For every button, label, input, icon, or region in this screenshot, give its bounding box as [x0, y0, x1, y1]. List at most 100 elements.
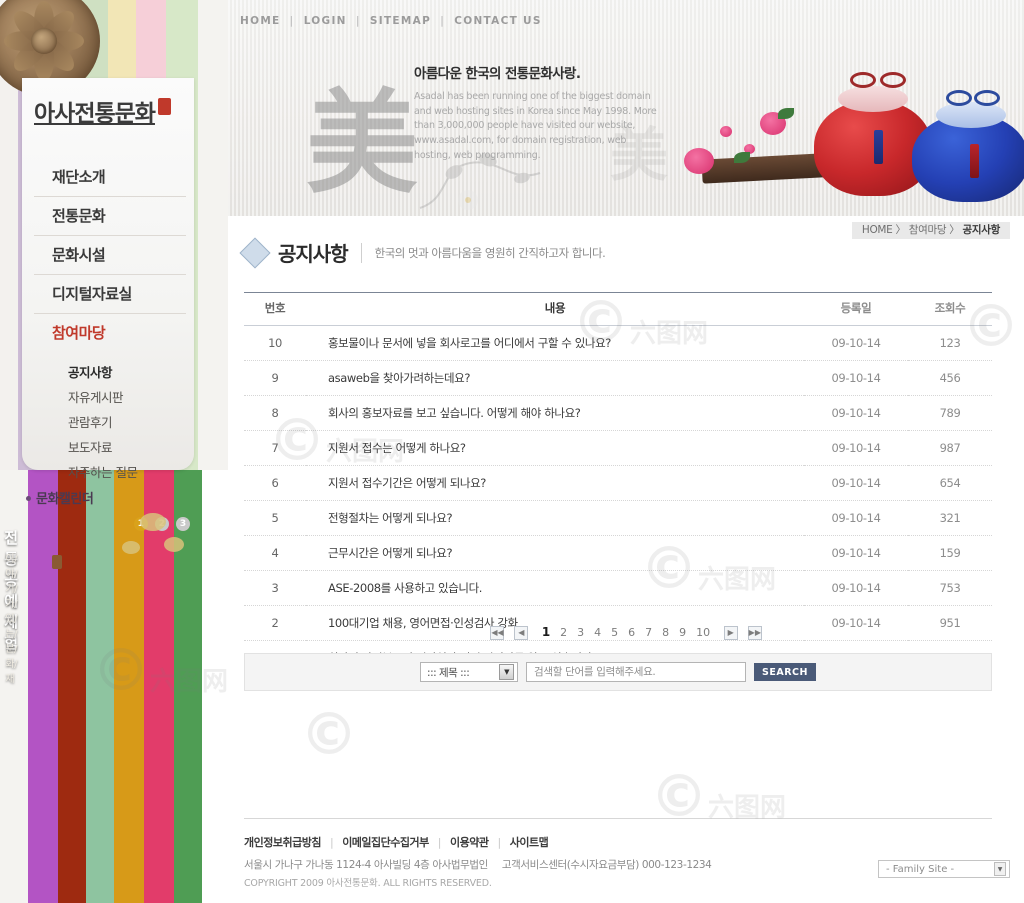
- row-date: 09-10-14: [804, 325, 908, 361]
- pagination-page-2[interactable]: 2: [560, 626, 567, 639]
- pagination-page-10[interactable]: 10: [696, 626, 710, 639]
- sidebar-item-traditional-culture[interactable]: 전통문화: [34, 197, 186, 236]
- table-row[interactable]: 8 회사의 홍보자료를 보고 싶습니다. 어떻게 해야 하나요? 09-10-1…: [244, 395, 992, 431]
- sidebar-item-foundation[interactable]: 재단소개: [34, 158, 186, 197]
- row-hits: 123: [908, 325, 992, 361]
- row-title[interactable]: 근무시간은 어떻게 되나요?: [306, 535, 804, 571]
- breadcrumb-level1[interactable]: 참여마당: [909, 224, 947, 236]
- footer-links: 개인정보취급방침 | 이메일집단수집거부 | 이용약관 | 사이트맵: [244, 834, 992, 850]
- row-title[interactable]: 지원서 접수기간은 어떻게 되나요?: [306, 465, 804, 501]
- row-no: 9: [244, 360, 306, 396]
- search-category-value: ::: 제목 :::: [427, 666, 470, 679]
- submenu-item-press[interactable]: 보도자료: [68, 434, 186, 459]
- pagination-page-7[interactable]: 7: [645, 626, 652, 639]
- row-date: 09-10-14: [804, 535, 908, 571]
- chevron-down-icon: ▼: [499, 664, 515, 680]
- page-title-block: 공지사항 한국의 멋과 아름다움을 영원히 간직하고자 합니다.: [239, 236, 606, 269]
- search-input[interactable]: 검색할 단어를 입력해주세요.: [526, 662, 747, 682]
- sidebar-item-digital-archive[interactable]: 디지털자료실: [34, 275, 186, 314]
- footer-service-center: 고객서비스센터(수시자요금부담) 000-123-1234: [501, 859, 712, 871]
- sidebar-item-culture-facility[interactable]: 문화시설: [34, 236, 186, 275]
- row-no: 6: [244, 465, 306, 501]
- norigae-tassel-blue: [874, 130, 883, 164]
- pagination-page-5[interactable]: 5: [611, 626, 618, 639]
- table-row[interactable]: 5 전형절차는 어떻게 되나요? 09-10-14 321: [244, 500, 992, 536]
- footer-link-email-reject[interactable]: 이메일집단수집거부: [342, 836, 429, 849]
- nav-separator: |: [355, 15, 361, 27]
- title-divider: [360, 242, 362, 263]
- row-title[interactable]: asaweb을 찾아가려하는데요?: [306, 360, 804, 396]
- site-logo[interactable]: 아사전통문화: [34, 94, 194, 136]
- footer-separator: |: [497, 836, 501, 849]
- footer-separator: |: [437, 836, 442, 849]
- column-header-no: 번호: [244, 292, 306, 326]
- traditional-pouch-photo: [674, 52, 1024, 202]
- row-title[interactable]: 지원서 접수는 어떻게 하나요?: [306, 430, 804, 466]
- footer-link-terms[interactable]: 이용약관: [450, 836, 489, 849]
- breadcrumb-home[interactable]: HOME: [862, 224, 893, 236]
- sidebar-item-label: 참여마당: [52, 324, 106, 342]
- row-hits: 159: [908, 535, 992, 571]
- table-row[interactable]: 3 ASE-2008를 사용하고 있습니다. 09-10-14 753: [244, 570, 992, 606]
- row-title[interactable]: 전형절차는 어떻게 되나요?: [306, 500, 804, 536]
- top-nav-contact-us[interactable]: CONTACT US: [454, 15, 542, 27]
- culture-calendar-heading: 문화캘린더: [22, 488, 212, 507]
- page-root: 아사전통문화 재단소개 전통문화 문화시설 디지털자료실 참여마당 공지사항 자…: [0, 0, 1024, 903]
- row-title[interactable]: 홍보물이나 문서에 넣을 회사로고를 어디에서 구할 수 있나요?: [306, 325, 804, 361]
- search-bar: ::: 제목 ::: ▼ 검색할 단어를 입력해주세요. SEARCH: [244, 653, 992, 691]
- submenu-item-label: 자주하는 질문: [68, 465, 138, 480]
- pagination-next-button[interactable]: ▶: [723, 626, 738, 640]
- pagination-page-4[interactable]: 4: [594, 626, 601, 639]
- row-no: 10: [244, 325, 306, 361]
- search-category-select[interactable]: ::: 제목 ::: ▼: [420, 662, 519, 682]
- submenu-item-faq[interactable]: 자주하는 질문: [68, 459, 186, 484]
- row-title[interactable]: ASE-2008를 사용하고 있습니다.: [306, 570, 804, 606]
- footer-link-privacy[interactable]: 개인정보취급방침: [244, 836, 321, 849]
- red-ribbon-bow: [880, 72, 906, 88]
- main-column: 美 HOME | LOGIN | SITEMAP | CONTACT US 아름다운 한국의…: [228, 0, 1024, 903]
- sidebar-item-label: 전통문화: [52, 207, 106, 225]
- submenu-item-free-board[interactable]: 자유게시판: [68, 384, 186, 409]
- table-row[interactable]: 10 홍보물이나 문서에 넣을 회사로고를 어디에서 구할 수 있나요? 09-…: [244, 325, 992, 361]
- breadcrumb-current: 공지사항: [962, 224, 1001, 236]
- blue-ribbon-bow: [946, 90, 972, 106]
- row-no: 4: [244, 535, 306, 571]
- camellia-bud: [720, 126, 732, 137]
- row-title[interactable]: 회사의 홍보자료를 보고 싶습니다. 어떻게 해야 하나요?: [306, 395, 804, 431]
- sidebar-item-label: 디지털자료실: [52, 285, 132, 303]
- row-date: 09-10-14: [804, 500, 908, 536]
- nav-separator: |: [289, 15, 295, 27]
- footer-separator: |: [329, 836, 334, 849]
- row-no: 3: [244, 570, 306, 606]
- pagination-page-8[interactable]: 8: [662, 626, 669, 639]
- table-row[interactable]: 9 asaweb을 찾아가려하는데요? 09-10-14 456: [244, 360, 992, 396]
- row-hits: 654: [908, 465, 992, 501]
- page-title: 공지사항: [278, 242, 349, 266]
- camellia-flower: [684, 148, 714, 174]
- pagination-page-9[interactable]: 9: [679, 626, 686, 639]
- pagination-last-button[interactable]: ▶▶: [747, 626, 762, 640]
- family-site-select[interactable]: - Family Site - ▼: [878, 860, 1010, 878]
- pagination-page-1[interactable]: 1: [542, 625, 550, 639]
- submenu-item-review[interactable]: 관람후기: [68, 409, 186, 434]
- pagination-prev-button[interactable]: ◀: [514, 626, 529, 640]
- pagination-page-3[interactable]: 3: [577, 626, 584, 639]
- top-nav-login[interactable]: LOGIN: [304, 15, 347, 27]
- top-nav-home[interactable]: HOME: [240, 15, 281, 27]
- table-header-row: 번호 내용 등록일 조회수: [244, 292, 992, 326]
- row-hits: 321: [908, 500, 992, 536]
- pagination-first-button[interactable]: ◀◀: [490, 626, 505, 640]
- table-row[interactable]: 4 근무시간은 어떻게 되나요? 09-10-14 159: [244, 535, 992, 571]
- sidebar-item-participation[interactable]: 참여마당: [34, 314, 186, 352]
- pagination-page-6[interactable]: 6: [628, 626, 635, 639]
- top-nav-sitemap[interactable]: SITEMAP: [370, 15, 431, 27]
- table-row[interactable]: 7 지원서 접수는 어떻게 하나요? 09-10-14 987: [244, 430, 992, 466]
- calendar-dot-3[interactable]: 3: [176, 517, 190, 531]
- search-button[interactable]: SEARCH: [754, 663, 816, 681]
- family-site-value: - Family Site -: [886, 863, 955, 875]
- submenu-item-notice[interactable]: 공지사항: [68, 359, 186, 384]
- footer-link-sitemap[interactable]: 사이트맵: [510, 836, 549, 849]
- table-row[interactable]: 6 지원서 접수기간은 어떻게 되나요? 09-10-14 654: [244, 465, 992, 501]
- row-no: 8: [244, 395, 306, 431]
- bullet-icon: [26, 496, 31, 501]
